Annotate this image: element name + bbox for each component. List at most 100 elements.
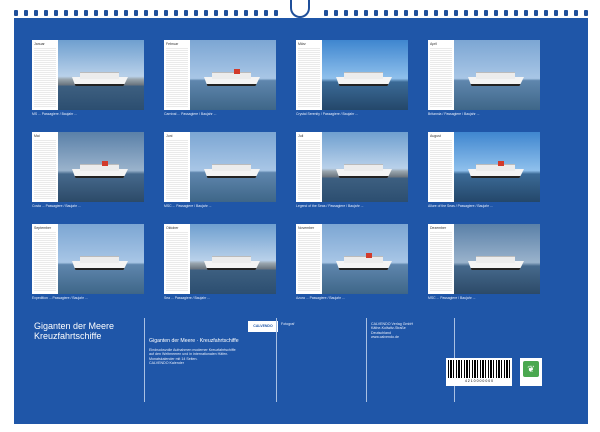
- ship-photo: [454, 224, 540, 294]
- month-caption: MSC ... Passagiere / Baujahr ...: [428, 296, 476, 300]
- calendar-title: Giganten der Meere Kreuzfahrtschiffe: [34, 321, 154, 341]
- binding-ring: [504, 10, 508, 16]
- ship-photo: [454, 132, 540, 202]
- binding-ring: [184, 10, 188, 16]
- binding-ring: [154, 10, 158, 16]
- month-photo: November: [296, 224, 408, 294]
- month-calendar-strip: November: [296, 224, 323, 294]
- binding-ring: [214, 10, 218, 16]
- binding-ring: [134, 10, 138, 16]
- ship-shape: [72, 70, 128, 86]
- month-photo: September: [32, 224, 144, 294]
- barcode-number: 4 2 1 0 0 0 0 0 0 0: [464, 379, 494, 383]
- month-name: April: [430, 42, 438, 46]
- month-name: Juli: [298, 134, 304, 138]
- ship-shape: [336, 253, 392, 270]
- ship-photo: [58, 132, 144, 202]
- month-caption: Expedition ... Passagiere / Baujahr ...: [32, 296, 88, 300]
- binding-ring: [464, 10, 468, 16]
- day-lines: [34, 140, 56, 199]
- month-caption: Costa ... Passagiere / Baujahr ...: [32, 204, 81, 208]
- binding-ring: [354, 10, 358, 16]
- month-page-7: Juli Legend of the Seas / Passagiere / Ba…: [296, 132, 408, 212]
- publisher-url: www.calvendo.de: [371, 335, 399, 340]
- binding-ring: [204, 10, 208, 16]
- month-caption: Allure of the Seas / Passagiere / Baujah…: [428, 204, 493, 208]
- binding-ring: [544, 10, 548, 16]
- month-page-9: September Expedition ... Passagiere / Bau…: [32, 224, 144, 304]
- binding-ring: [424, 10, 428, 16]
- ship-photo: [190, 132, 276, 202]
- ship-photo: [58, 40, 144, 110]
- ship-shape: [204, 69, 260, 86]
- month-calendar-strip: Juni: [164, 132, 191, 202]
- binding-ring: [24, 10, 28, 16]
- month-page-3: März Crystal Serenity / Passagiere / Bauj…: [296, 40, 408, 120]
- binding-ring: [334, 10, 338, 16]
- ship-shape: [336, 162, 392, 178]
- binding-ring: [124, 10, 128, 16]
- day-lines: [298, 232, 320, 291]
- binding-ring: [514, 10, 518, 16]
- binding-ring: [64, 10, 68, 16]
- month-name: September: [34, 226, 52, 230]
- binding-ring: [414, 10, 418, 16]
- day-lines: [34, 48, 56, 107]
- month-photo: August: [428, 132, 540, 202]
- binding-ring: [84, 10, 88, 16]
- binding-ring: [144, 10, 148, 16]
- binding-ring: [174, 10, 178, 16]
- month-name: Februar: [166, 42, 179, 46]
- binding-ring: [564, 10, 568, 16]
- binding-ring: [44, 10, 48, 16]
- binding-ring: [344, 10, 348, 16]
- binding-ring: [254, 10, 258, 16]
- month-page-11: November Azura ... Passagiere / Baujahr .…: [296, 224, 408, 304]
- binding-ring: [264, 10, 268, 16]
- month-caption: MS ... Passagiere / Baujahr ...: [32, 112, 78, 116]
- month-name: Oktober: [166, 226, 179, 230]
- binding-ring: [494, 10, 498, 16]
- binding-ring: [274, 10, 278, 16]
- month-photo: Februar: [164, 40, 276, 110]
- month-calendar-strip: März: [296, 40, 323, 110]
- info-subtitle: Giganten der Meere · Kreuzfahrtschiffe: [149, 338, 239, 344]
- month-page-2: Februar Carnival ... Passagiere / Baujahr…: [164, 40, 276, 120]
- month-page-12: Dezember MSC ... Passagiere / Baujahr ...: [428, 224, 540, 304]
- month-photo: Oktober: [164, 224, 276, 294]
- month-caption: Carnival ... Passagiere / Baujahr ...: [164, 112, 217, 116]
- ship-shape: [72, 254, 128, 270]
- month-page-10: Oktober Sea ... Passagiere / Baujahr ...: [164, 224, 276, 304]
- month-photo: Dezember: [428, 224, 540, 294]
- day-lines: [166, 48, 188, 107]
- month-page-6: Juni MSC ... Passagiere / Baujahr ...: [164, 132, 276, 212]
- month-photo: Juli: [296, 132, 408, 202]
- day-lines: [430, 232, 452, 291]
- month-name: Mai: [34, 134, 40, 138]
- binding-ring: [324, 10, 328, 16]
- day-lines: [430, 48, 452, 107]
- barcode: 4 2 1 0 0 0 0 0 0 0: [446, 358, 512, 386]
- binding-ring: [94, 10, 98, 16]
- ship-shape: [336, 70, 392, 86]
- month-calendar-strip: April: [428, 40, 455, 110]
- ship-photo: [322, 40, 408, 110]
- month-photo: Juni: [164, 132, 276, 202]
- binding-ring: [54, 10, 58, 16]
- month-caption: Britannia / Passagiere / Baujahr ...: [428, 112, 480, 116]
- month-calendar-strip: Oktober: [164, 224, 191, 294]
- binding-ring: [164, 10, 168, 16]
- binding-ring: [534, 10, 538, 16]
- info-publisher: CALVENDO Verlag GmbH Käthe-Kollwitz-Stra…: [366, 318, 454, 402]
- ship-photo: [190, 224, 276, 294]
- binding-ring: [524, 10, 528, 16]
- day-lines: [166, 140, 188, 199]
- binding-ring: [244, 10, 248, 16]
- day-lines: [34, 232, 56, 291]
- month-photo: Mai: [32, 132, 144, 202]
- day-lines: [298, 48, 320, 107]
- day-lines: [298, 140, 320, 199]
- month-calendar-strip: Februar: [164, 40, 191, 110]
- binding-ring: [34, 10, 38, 16]
- binding-ring: [574, 10, 578, 16]
